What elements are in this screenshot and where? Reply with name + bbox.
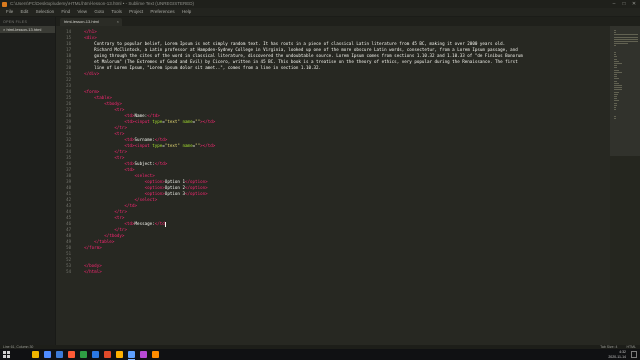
minimap[interactable] <box>610 26 640 345</box>
minimap-line <box>614 91 619 93</box>
minimap-line <box>614 82 619 84</box>
minimap-line <box>614 71 622 73</box>
minimap-line <box>614 78 620 80</box>
minimap-line <box>614 34 638 36</box>
tab-html-lesson-13[interactable]: html-lesson-13.html × <box>60 18 122 26</box>
minimap-line <box>614 89 622 91</box>
minimap-line <box>614 100 620 102</box>
title-bar: C:\Users\PC\Desktop\udemy\HTML\html-less… <box>0 0 640 8</box>
menu-project[interactable]: Project <box>129 8 143 16</box>
minimap-line <box>614 107 617 108</box>
menu-view[interactable]: View <box>77 8 87 16</box>
minimap-line <box>614 93 618 95</box>
menu-preferences[interactable]: Preferences <box>150 8 174 16</box>
sidebar-open-file[interactable]: × html-lesson-13.html <box>0 26 55 33</box>
tab-label: html-lesson-13.html <box>64 19 99 24</box>
clock-date: 2020-11-14 <box>608 354 626 359</box>
minimap-line <box>614 102 617 104</box>
minimap-line <box>614 96 617 97</box>
taskbar-app-icon[interactable] <box>56 351 63 358</box>
code-line[interactable]: </form> <box>74 245 102 251</box>
open-files-header: OPEN FILES <box>3 20 28 24</box>
notification-icon[interactable] <box>631 351 637 358</box>
code-line[interactable]: line of Lorem Ipsum, "Lorem ipsum dolor … <box>74 65 321 71</box>
tab-bar: html-lesson-13.html × <box>56 17 640 26</box>
minimap-line <box>614 69 620 71</box>
minimap-line <box>614 115 616 117</box>
minimap-line <box>614 74 617 75</box>
minimap-line <box>614 43 628 45</box>
menu-selection[interactable]: Selection <box>36 8 55 16</box>
minimize-button[interactable]: – <box>609 0 619 8</box>
taskbar-app-icon[interactable] <box>44 351 51 358</box>
windows-start-icon[interactable] <box>3 351 10 358</box>
tab-close-icon[interactable]: × <box>117 18 119 26</box>
minimap-line <box>614 118 616 119</box>
minimap-line <box>614 30 616 31</box>
sublime-app-icon <box>2 1 7 7</box>
maximize-button[interactable]: □ <box>619 0 629 8</box>
taskbar-app-icon[interactable] <box>92 351 99 358</box>
minimap-line <box>614 80 618 82</box>
taskbar-app-icon[interactable] <box>128 351 135 360</box>
taskbar-app-icon[interactable] <box>68 351 75 358</box>
taskbar-app-icon[interactable] <box>32 351 39 358</box>
window-title: C:\Users\PC\Desktop\udemy\HTML\html-less… <box>10 1 195 6</box>
minimap-line <box>614 45 616 47</box>
line-number: 54 <box>66 269 71 274</box>
menu-goto[interactable]: Goto <box>94 8 104 16</box>
text-cursor <box>164 221 166 227</box>
minimap-line <box>614 67 617 69</box>
minimap-line <box>614 52 616 53</box>
minimap-line <box>614 38 638 40</box>
menu-tools[interactable]: Tools <box>111 8 122 16</box>
taskbar-app-icon[interactable] <box>80 351 87 358</box>
menu-find[interactable]: Find <box>61 8 70 16</box>
minimap-line <box>614 41 638 42</box>
minimap-line <box>614 56 617 58</box>
minimap-line <box>614 109 616 111</box>
taskbar-app-icon[interactable] <box>152 351 159 358</box>
menu-bar: File Edit Selection Find View Goto Tools… <box>0 8 640 17</box>
code-editor[interactable]: </h1> <div> Contrary to popular belief, … <box>74 26 610 345</box>
minimap-line <box>614 87 622 89</box>
minimap-line <box>614 85 622 86</box>
close-window-button[interactable]: ✕ <box>629 0 639 8</box>
menu-file[interactable]: File <box>6 8 13 16</box>
minimap-line <box>614 76 617 78</box>
menu-edit[interactable]: Edit <box>21 8 29 16</box>
minimap-line <box>614 58 617 60</box>
minimap-line <box>614 98 617 100</box>
code-line[interactable]: </div> <box>74 71 99 77</box>
minimap-line <box>614 36 638 38</box>
windows-taskbar: 4:32 2020-11-14 <box>0 349 640 360</box>
minimap-line <box>614 60 619 62</box>
sidebar: OPEN FILES × html-lesson-13.html <box>0 17 56 345</box>
system-clock[interactable]: 4:32 2020-11-14 <box>608 350 626 359</box>
minimap-line <box>614 65 617 67</box>
minimap-line <box>614 104 617 106</box>
taskbar-app-icon[interactable] <box>116 351 123 358</box>
menu-help[interactable]: Help <box>182 8 191 16</box>
taskbar-app-icon[interactable] <box>104 351 111 358</box>
code-line[interactable]: </html> <box>74 269 102 275</box>
minimap-line <box>614 54 617 56</box>
taskbar-app-icon[interactable] <box>140 351 147 358</box>
line-number-gutter: 14 15 16 17 18 19 20 21 22 23 24 25 26 27 28 29 30 31 32 33… <box>56 26 73 345</box>
minimap-line <box>614 32 616 34</box>
minimap-line <box>614 63 622 64</box>
